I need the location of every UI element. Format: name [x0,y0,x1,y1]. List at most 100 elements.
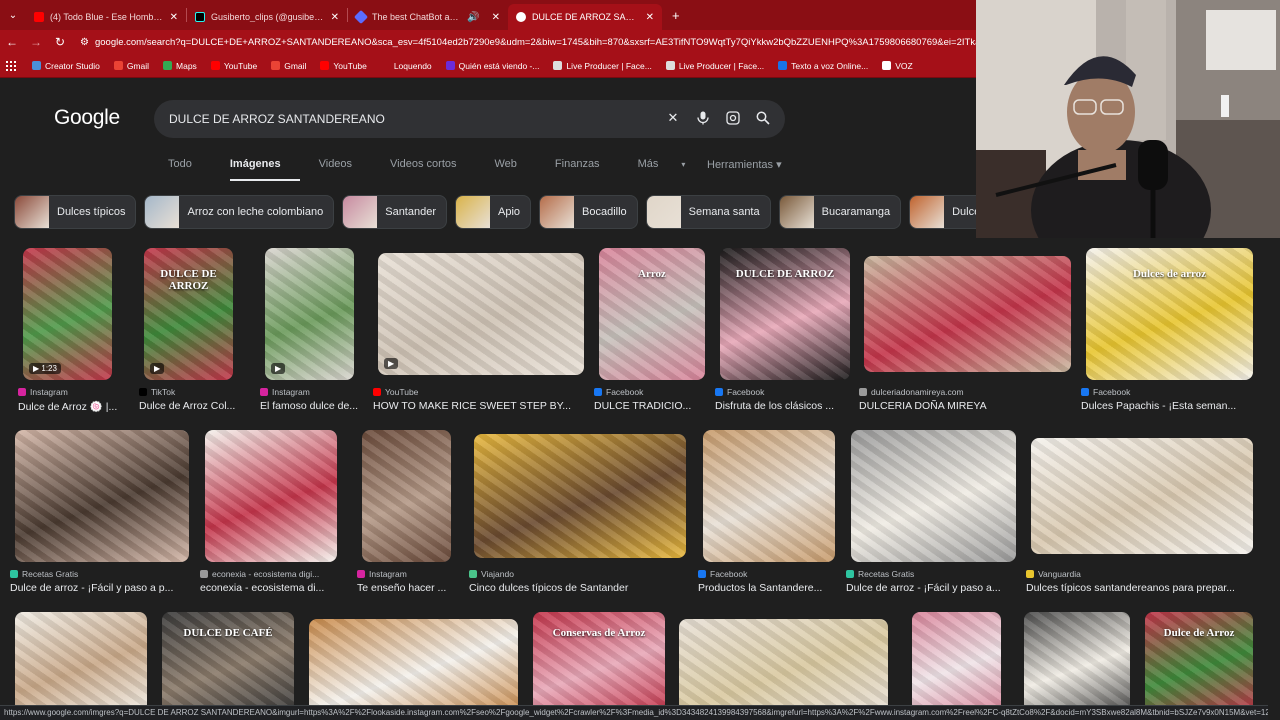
result-thumbnail[interactable] [362,430,451,562]
bookmark-label: Quién está viendo -... [458,60,540,71]
source-favicon-icon [200,570,208,578]
related-chip[interactable]: Semana santa [645,195,771,229]
bookmark-item[interactable]: VOZ [882,61,913,71]
result-thumbnail[interactable]: DULCE DE ARROZ ▶ [144,248,233,380]
tab-todo[interactable]: Todo [168,158,211,181]
result-thumbnail[interactable]: Conservas de Arroz [533,612,665,712]
result-thumbnail[interactable] [15,430,189,562]
tab-web[interactable]: Web [495,158,536,181]
tab-imágenes[interactable]: Imágenes [229,158,300,181]
bookmark-label: YouTube [333,60,367,71]
result-thumbnail[interactable] [864,256,1071,372]
close-icon[interactable]: ✕ [331,12,339,23]
result-title[interactable]: Dulce de arroz - ¡Fácil y paso a p... [10,582,204,594]
search-input[interactable] [169,112,649,126]
result-thumbnail[interactable] [309,619,518,712]
bookmark-item[interactable]: Gmail [113,61,149,71]
result-thumbnail[interactable]: DULCE DE CAFÉ [162,612,294,712]
bookmark-item[interactable]: Loquendo [380,61,432,71]
bookmark-item[interactable]: YouTube [320,60,367,71]
result-title[interactable]: Dulce de Arroz 🍥 |... [18,400,158,413]
result-thumbnail[interactable]: ▶ 1:23 [23,248,112,380]
microphone-icon[interactable] [695,110,711,126]
site-info-icon[interactable]: ⚙ [80,37,89,48]
search-icon[interactable] [755,110,771,126]
related-chip[interactable]: Bucaramanga [778,195,902,229]
related-chip[interactable]: Dulces típicos [14,195,137,229]
video-duration-badge: ▶ [150,363,165,374]
bookmark-item[interactable]: Creator Studio [32,61,100,71]
close-icon[interactable]: ✕ [646,12,654,23]
tab-más[interactable]: Más ▾ [638,158,705,181]
browser-tab-active[interactable]: DULCE DE ARROZ SANTANDER ✕ [508,4,662,30]
clear-icon[interactable]: ✕ [665,110,681,126]
result-thumbnail[interactable] [1031,438,1253,554]
result-title[interactable]: Dulce de arroz - ¡Fácil y paso a... [846,582,1031,594]
tab-videos[interactable]: Videos [319,158,371,181]
result-thumbnail[interactable] [703,430,835,562]
chip-label: Bocadillo [582,206,627,218]
result-title[interactable]: Dulce de Arroz Col... [139,400,279,412]
result-title[interactable]: DULCERIA DOÑA MIREYA [859,400,1086,412]
result-source: Facebook [1081,387,1130,397]
chatbot-icon [353,9,369,25]
close-icon[interactable]: ✕ [492,12,500,23]
result-thumbnail[interactable] [912,612,1001,712]
bookmark-item[interactable]: Gmail [271,61,306,71]
speaker-icon[interactable]: 🔊 [467,12,479,23]
related-chip[interactable]: Santander [342,195,447,229]
result-title[interactable]: Dulces típicos santandereanos para prepa… [1026,582,1268,594]
thumbnail-texture [23,248,112,380]
apps-grid-icon[interactable] [6,60,16,71]
bookmark-item[interactable]: Quién está viendo -... [445,60,540,71]
bookmark-item[interactable]: Live Producer | Face... [553,61,652,71]
result-title[interactable]: Cinco dulces típicos de Santander [469,582,701,594]
browser-tab-3[interactable]: The best ChatBot and Widg 🔊 ✕ [348,4,508,30]
bookmark-item[interactable]: Texto a voz Online... [778,61,868,71]
reload-icon[interactable]: ↻ [48,30,72,54]
bookmark-list: Creator Studio Gmail Maps YouTube Gmail YouTu… [32,61,927,71]
result-thumbnail[interactable]: Dulce de Arroz [1145,612,1253,712]
forward-arrow-icon[interactable]: → [24,30,48,54]
result-thumbnail[interactable]: DULCE DE ARROZ [720,248,850,380]
bookmark-item[interactable]: Live Producer | Face... [665,61,764,71]
chevron-down-icon: ▾ [681,160,686,169]
bookmark-icon [32,61,41,70]
new-tab-button[interactable]: + [672,8,680,23]
tab-videos-cortos[interactable]: Videos cortos [390,158,475,181]
related-chip[interactable]: Arroz con leche colombiano [144,195,335,229]
bookmark-item[interactable]: YouTube [210,61,257,71]
result-thumbnail[interactable] [15,612,147,712]
result-thumbnail[interactable]: ▶ [378,253,584,375]
tab-search-icon[interactable]: ⌄ [0,0,26,30]
result-title[interactable]: Dulces Papachis - ¡Esta seman... [1081,400,1268,412]
result-source: Vanguardia [1026,569,1081,579]
result-title[interactable]: Disfruta de los clásicos ... [715,400,865,412]
tools-button[interactable]: Herramientas ▾ [707,158,782,171]
search-box[interactable]: ✕ [154,100,785,138]
close-icon[interactable]: ✕ [170,12,178,23]
result-thumbnail[interactable]: Arroz [599,248,705,380]
result-thumbnail[interactable]: Dulces de arroz [1086,248,1253,380]
tab-finanzas[interactable]: Finanzas [555,158,619,181]
source-favicon-icon [859,388,867,396]
result-thumbnail[interactable]: ▶ [265,248,354,380]
lens-camera-icon[interactable] [725,110,741,126]
browser-tab-1[interactable]: (4) Todo Blue - Ese Hombre (Vi ✕ [26,4,186,30]
bookmark-item[interactable]: Maps [163,61,197,71]
result-thumbnail[interactable] [851,430,1016,562]
result-thumbnail[interactable] [474,434,686,558]
result-thumbnail[interactable] [205,430,337,562]
browser-tab-2[interactable]: Gusiberto_clips (@gusiberto_cli ✕ [187,4,347,30]
back-arrow-icon[interactable]: ← [0,30,24,54]
result-thumbnail[interactable] [1024,612,1130,712]
google-logo[interactable]: Google [54,106,120,130]
related-chip[interactable]: Apio [455,195,532,229]
result-thumbnail[interactable] [679,619,888,712]
result-title[interactable]: Productos la Santandere... [698,582,850,594]
source-favicon-icon [1026,570,1034,578]
result-title[interactable]: econexia - ecosistema di... [200,582,352,594]
related-chip[interactable]: Bocadillo [539,195,638,229]
result-title[interactable]: HOW TO MAKE RICE SWEET STEP BY... [373,400,599,412]
result-title[interactable]: DULCE TRADICIO... [594,400,734,412]
